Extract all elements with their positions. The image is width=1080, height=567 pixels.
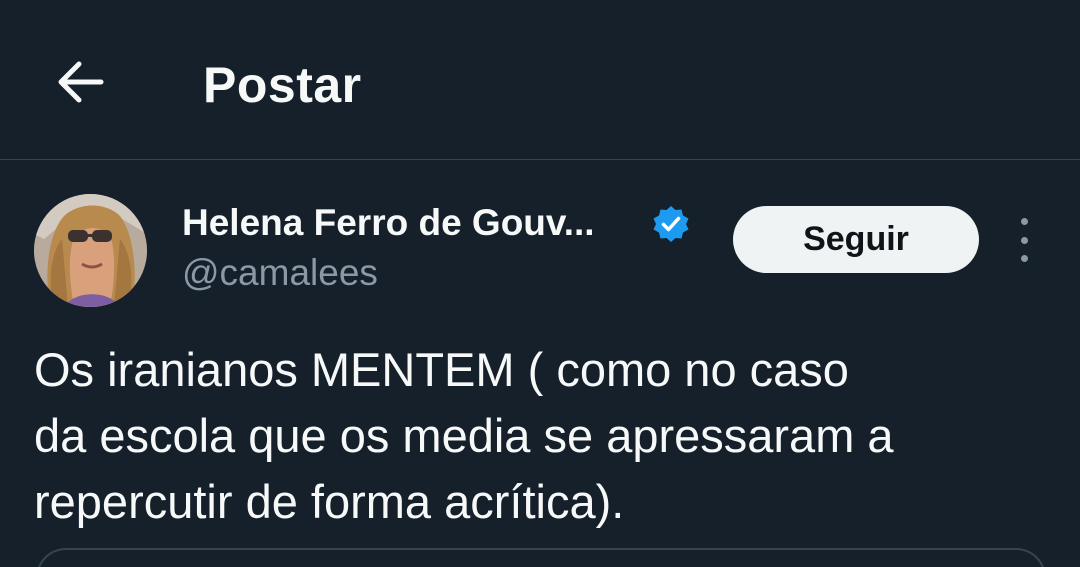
more-vertical-icon (1020, 218, 1028, 225)
more-vertical-icon (1020, 255, 1028, 262)
follow-button[interactable]: Seguir (733, 206, 979, 273)
avatar-image (34, 194, 147, 307)
avatar[interactable] (34, 194, 147, 307)
page-title: Postar (203, 57, 362, 113)
author-handle[interactable]: @camalees (182, 250, 378, 296)
media-card[interactable] (36, 548, 1046, 567)
more-vertical-icon (1020, 236, 1028, 244)
author-display-name[interactable]: Helena Ferro de Gouv... (182, 200, 595, 246)
verified-badge-icon (653, 206, 689, 242)
more-options-button[interactable] (1004, 218, 1044, 262)
top-app-bar: Postar (0, 0, 1080, 160)
post-text-line: repercutir de forma acrítica). (34, 475, 625, 528)
post-text: Os iranianos MENTEM ( como no caso da es… (34, 337, 1044, 535)
post-text-line: da escola que os media se apressaram a (34, 409, 894, 462)
back-button[interactable] (48, 54, 112, 110)
post-text-line: Os iranianos MENTEM ( como no caso (34, 343, 849, 396)
post-screen: Postar Helena Ferro de Gouv... @camalees… (0, 0, 1080, 567)
arrow-left-icon (58, 61, 104, 103)
